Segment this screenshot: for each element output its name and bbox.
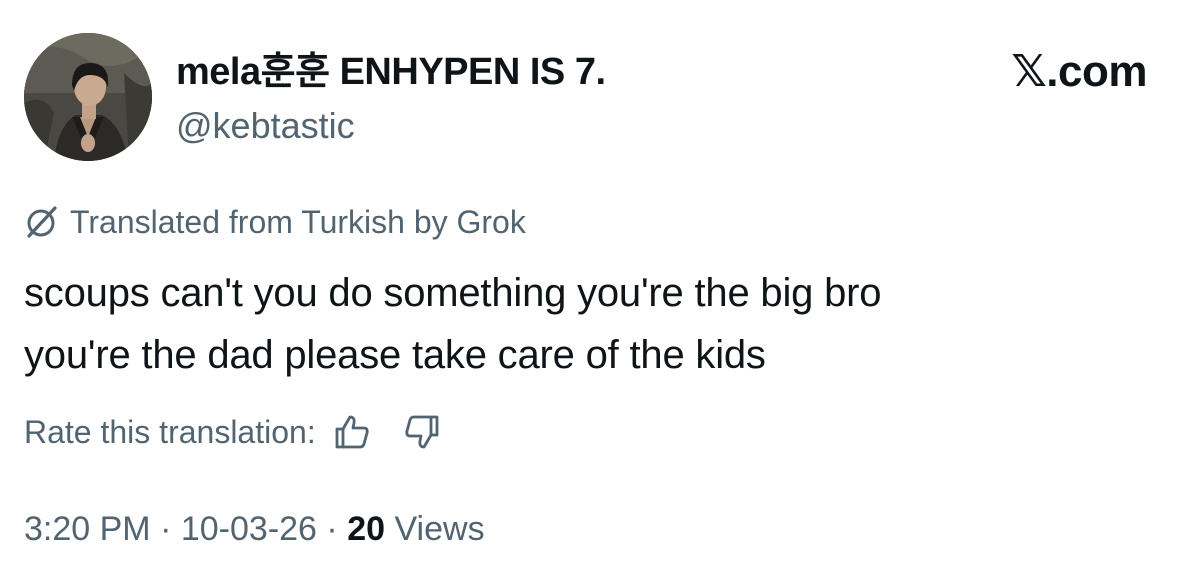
avatar[interactable]	[24, 33, 152, 161]
x-logo: 𝕏.com	[1011, 47, 1147, 96]
views-count[interactable]: 20	[347, 510, 385, 548]
rate-translation: Rate this translation:	[24, 410, 444, 454]
tweet-line: you're the dad please take care of the k…	[24, 333, 766, 377]
thumbs-up-icon	[335, 415, 369, 449]
views-label: Views	[394, 510, 485, 548]
meta-separator: ·	[326, 510, 338, 548]
thumbs-down-button[interactable]	[400, 410, 444, 454]
thumbs-down-icon	[405, 415, 439, 449]
translation-notice: Translated from Turkish by Grok	[24, 200, 526, 244]
tweet-line: scoups can't you do something you're the…	[24, 271, 882, 315]
username-handle[interactable]: @kebtastic	[176, 104, 355, 148]
display-name[interactable]: mela훈훈 ENHYPEN IS 7.	[176, 48, 606, 96]
translation-notice-text: Translated from Turkish by Grok	[70, 204, 526, 240]
meta-separator: ·	[160, 510, 172, 548]
profile-photo	[24, 33, 152, 161]
grok-icon	[24, 204, 60, 240]
thumbs-up-button[interactable]	[330, 410, 374, 454]
tweet-body: scoups can't you do something you're the…	[24, 262, 1164, 386]
tweet-meta: 3:20 PM · 10-03-26 · 20 Views	[24, 506, 485, 552]
tweet-date[interactable]: 10-03-26	[181, 510, 317, 548]
tweet-time[interactable]: 3:20 PM	[24, 510, 151, 548]
rate-translation-label: Rate this translation:	[24, 414, 316, 450]
